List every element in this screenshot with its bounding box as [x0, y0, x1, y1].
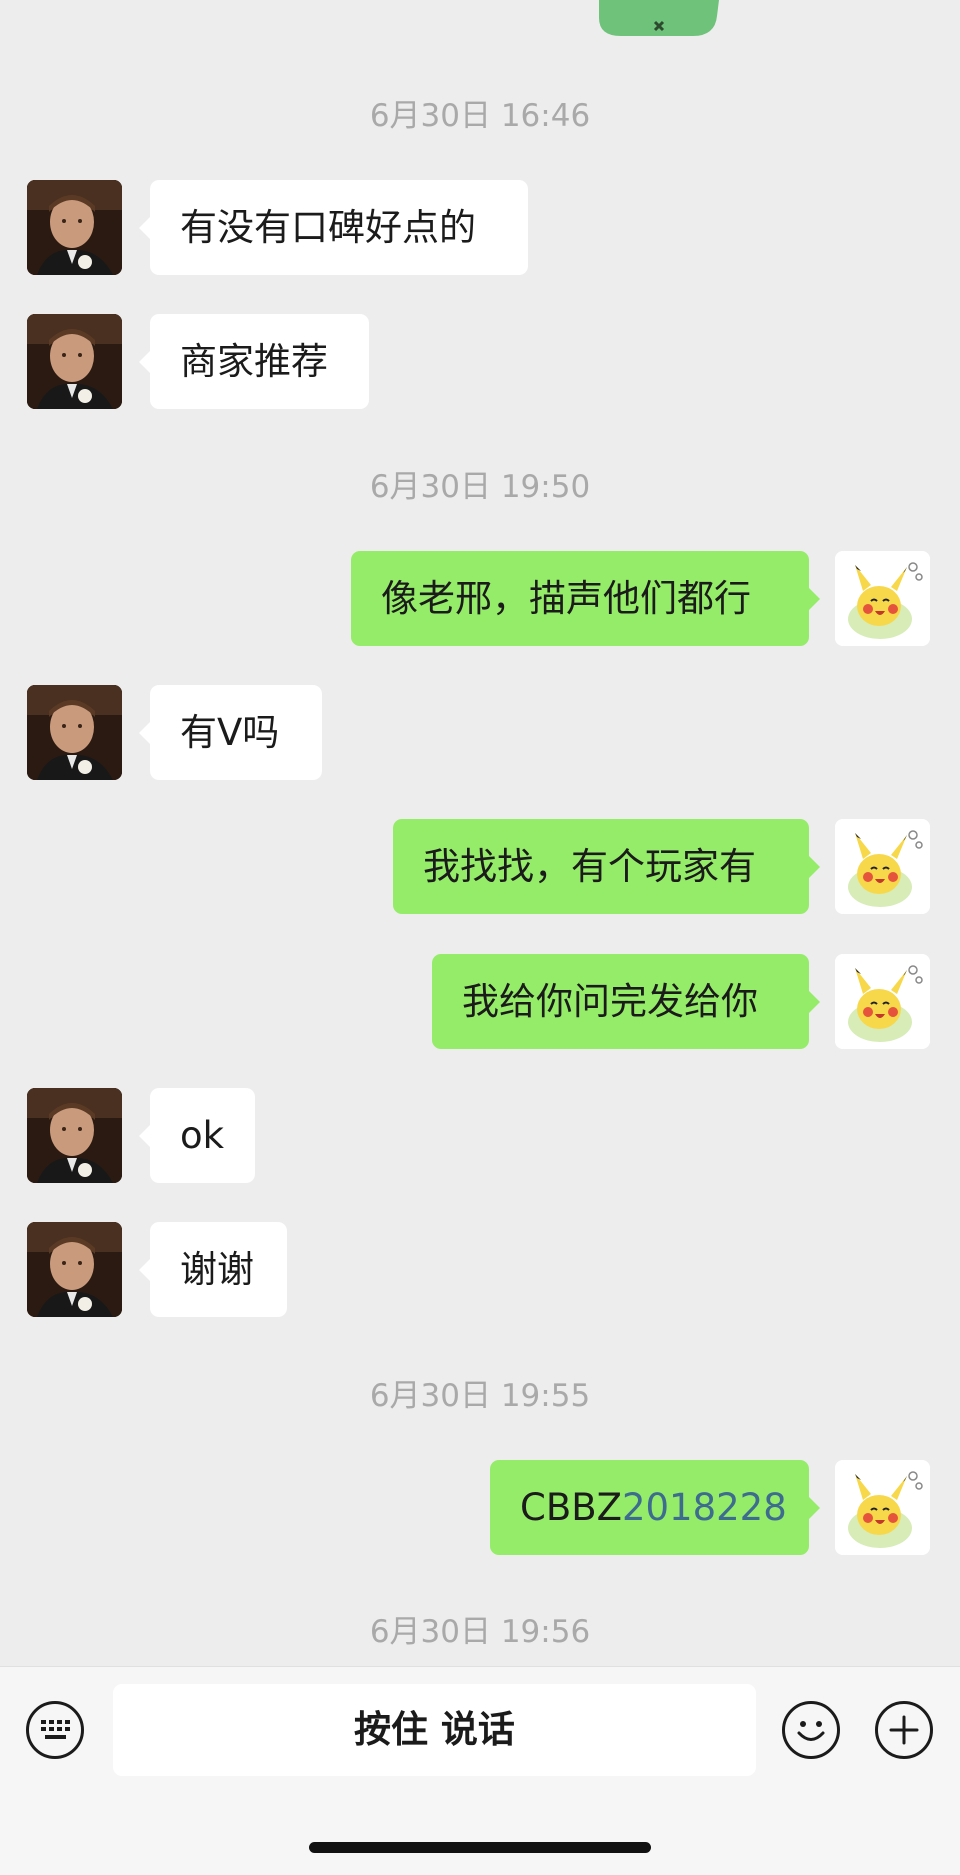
sticker-image[interactable]	[593, 0, 725, 38]
emoji-icon	[797, 1721, 825, 1741]
incoming-message-bubble[interactable]: 有没有口碑好点的	[139, 180, 528, 275]
phone-number-link[interactable]: 2018228	[622, 1486, 787, 1529]
hold-to-talk-button[interactable]: 按住 说话	[113, 1684, 756, 1776]
pikachu-avatar-image	[835, 819, 930, 914]
timestamp: 6月30日 19:50	[369, 469, 591, 505]
home-indicator[interactable]	[309, 1842, 651, 1853]
my-avatar[interactable]	[835, 1460, 930, 1555]
incoming-message-bubble[interactable]: 谢谢	[139, 1222, 287, 1317]
keyboard-toggle-button[interactable]	[26, 1701, 84, 1759]
my-avatar[interactable]	[835, 819, 930, 914]
emoji-button[interactable]	[782, 1701, 840, 1759]
friend-avatar-image	[27, 314, 122, 409]
friend-avatar-image	[27, 180, 122, 275]
friend-avatar[interactable]	[27, 314, 122, 409]
friend-avatar[interactable]	[27, 1088, 122, 1183]
timestamp: 6月30日 19:56	[369, 1614, 591, 1650]
outgoing-message-bubble[interactable]: 我给你问完发给你	[432, 954, 820, 1049]
message-text-prefix: CBBZ	[520, 1486, 622, 1529]
plus-icon	[889, 1715, 919, 1745]
friend-avatar[interactable]	[27, 180, 122, 275]
more-functions-button[interactable]	[875, 1701, 933, 1759]
timestamp: 6月30日 19:55	[369, 1378, 591, 1414]
my-avatar[interactable]	[835, 551, 930, 646]
friend-avatar-image	[27, 1088, 122, 1183]
outgoing-message-bubble[interactable]: 我找找，有个玩家有	[393, 819, 820, 914]
keyboard-icon	[41, 1720, 70, 1739]
friend-avatar[interactable]	[27, 685, 122, 780]
friend-avatar-image	[27, 1222, 122, 1317]
chat-area[interactable]: 6月30日 16:46 有没有口碑好点的 商家推荐 6月30日 19:50 像老…	[0, 0, 960, 1666]
my-avatar[interactable]	[835, 954, 930, 1049]
outgoing-message-bubble[interactable]: CBBZ2018228	[490, 1460, 820, 1555]
incoming-message-bubble[interactable]: 商家推荐	[139, 314, 369, 409]
friend-avatar[interactable]	[27, 1222, 122, 1317]
incoming-message-bubble[interactable]: 有V吗	[139, 685, 322, 780]
incoming-message-bubble[interactable]: ok	[139, 1088, 255, 1183]
friend-avatar-image	[27, 685, 122, 780]
outgoing-message-bubble[interactable]: 像老邢，描声他们都行	[351, 551, 820, 646]
pikachu-avatar-image	[835, 954, 930, 1049]
pikachu-avatar-image	[835, 1460, 930, 1555]
timestamp: 6月30日 16:46	[369, 98, 591, 134]
pikachu-avatar-image	[835, 551, 930, 646]
